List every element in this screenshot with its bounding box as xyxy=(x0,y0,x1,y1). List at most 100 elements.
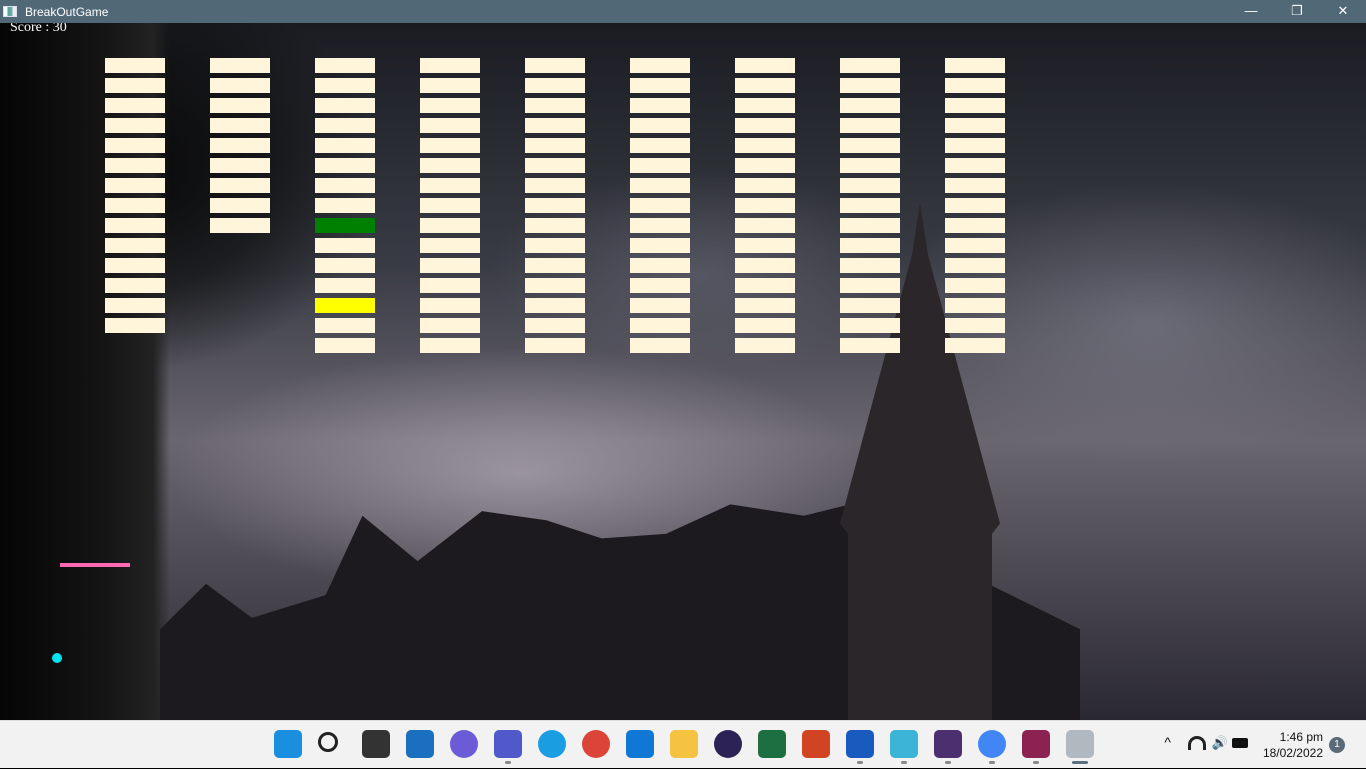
brick-c1-r8 xyxy=(105,198,165,213)
brick-c1-r10 xyxy=(105,238,165,253)
running-indicator xyxy=(945,761,951,764)
close-button[interactable]: ✕ xyxy=(1320,0,1366,23)
brick-c8-r6 xyxy=(840,158,900,173)
brick-c3-r2 xyxy=(315,78,375,93)
brick-c4-r2 xyxy=(420,78,480,93)
wifi-icon[interactable] xyxy=(1188,736,1206,750)
taskbar-edge-icon[interactable] xyxy=(538,730,566,758)
brick-c7-r7 xyxy=(735,178,795,193)
taskbar-search-icon[interactable] xyxy=(318,732,338,752)
brick-c5-r3 xyxy=(525,98,585,113)
brick-c5-r2 xyxy=(525,78,585,93)
brick-c2-r6 xyxy=(210,158,270,173)
brick-c2-r2 xyxy=(210,78,270,93)
brick-c1-r12 xyxy=(105,278,165,293)
brick-c6-r4 xyxy=(630,118,690,133)
taskbar-chrome-icon[interactable] xyxy=(582,730,610,758)
brick-c8-r3 xyxy=(840,98,900,113)
volume-icon[interactable]: 🔊 xyxy=(1212,735,1228,751)
brick-c4-r11 xyxy=(420,258,480,273)
brick-c4-r14 xyxy=(420,318,480,333)
minimize-button[interactable]: — xyxy=(1228,0,1274,23)
brick-c3-r14 xyxy=(315,318,375,333)
brick-c1-r13 xyxy=(105,298,165,313)
brick-c6-r6 xyxy=(630,158,690,173)
brick-c6-r9 xyxy=(630,218,690,233)
score-label: Score : 30 xyxy=(10,23,67,35)
brick-c8-r15 xyxy=(840,338,900,353)
taskbar-file-explorer-icon[interactable] xyxy=(670,730,698,758)
brick-c3-r8 xyxy=(315,198,375,213)
brick-c8-r4 xyxy=(840,118,900,133)
battery-icon[interactable] xyxy=(1232,738,1248,748)
taskbar-chrome-profile-icon[interactable] xyxy=(978,730,1006,758)
taskbar-start-icon[interactable] xyxy=(274,730,302,758)
taskbar-java-ee-ide-icon[interactable] xyxy=(934,730,962,758)
brick-c5-r15 xyxy=(525,338,585,353)
brick-c9-r3 xyxy=(945,98,1005,113)
brick-c4-r12 xyxy=(420,278,480,293)
running-indicator xyxy=(1033,761,1039,764)
brick-c8-r11 xyxy=(840,258,900,273)
brick-c8-r2 xyxy=(840,78,900,93)
taskbar-eclipse-icon[interactable] xyxy=(714,730,742,758)
brick-c7-r5 xyxy=(735,138,795,153)
taskbar-excel-icon[interactable] xyxy=(758,730,786,758)
paddle[interactable] xyxy=(60,563,130,567)
brick-c1-r1 xyxy=(105,58,165,73)
brick-c8-r13 xyxy=(840,298,900,313)
taskbar-task-view-icon[interactable] xyxy=(362,730,390,758)
brick-c6-r5 xyxy=(630,138,690,153)
brick-c6-r11 xyxy=(630,258,690,273)
ball xyxy=(52,653,62,663)
brick-c8-r5 xyxy=(840,138,900,153)
brick-c3-r7 xyxy=(315,178,375,193)
taskbar-widgets-icon[interactable] xyxy=(406,730,434,758)
brick-c1-r5 xyxy=(105,138,165,153)
brick-c6-r7 xyxy=(630,178,690,193)
clock-date[interactable]: 18/02/2022 xyxy=(1253,746,1323,760)
brick-c4-r5 xyxy=(420,138,480,153)
taskbar-powerpoint-icon[interactable] xyxy=(802,730,830,758)
brick-c1-r4 xyxy=(105,118,165,133)
game-canvas[interactable]: Score : 30 xyxy=(0,23,1366,720)
taskbar-teams-chat-icon[interactable] xyxy=(450,730,478,758)
brick-c2-r1 xyxy=(210,58,270,73)
taskbar-winrar-icon[interactable] xyxy=(1022,730,1050,758)
brick-c9-r15 xyxy=(945,338,1005,353)
brick-c4-r15 xyxy=(420,338,480,353)
brick-c7-r6 xyxy=(735,158,795,173)
brick-c3-r1 xyxy=(315,58,375,73)
clock-time[interactable]: 1:46 pm xyxy=(1261,730,1323,744)
brick-c7-r10 xyxy=(735,238,795,253)
tray-overflow-chevron-icon[interactable]: ^ xyxy=(1164,734,1171,750)
brick-c3-r9 xyxy=(315,218,375,233)
notification-badge[interactable]: 1 xyxy=(1329,737,1345,753)
brick-c4-r13 xyxy=(420,298,480,313)
taskbar-word-icon[interactable] xyxy=(846,730,874,758)
brick-c6-r2 xyxy=(630,78,690,93)
brick-c8-r9 xyxy=(840,218,900,233)
brick-c1-r3 xyxy=(105,98,165,113)
maximize-button[interactable]: ❐ xyxy=(1274,0,1320,23)
brick-c9-r13 xyxy=(945,298,1005,313)
brick-c5-r13 xyxy=(525,298,585,313)
brick-c7-r8 xyxy=(735,198,795,213)
brick-c4-r1 xyxy=(420,58,480,73)
running-indicator xyxy=(989,761,995,764)
brick-c7-r13 xyxy=(735,298,795,313)
brick-c5-r12 xyxy=(525,278,585,293)
brick-c7-r11 xyxy=(735,258,795,273)
brick-c9-r1 xyxy=(945,58,1005,73)
brick-c6-r15 xyxy=(630,338,690,353)
brick-c3-r11 xyxy=(315,258,375,273)
brick-c7-r4 xyxy=(735,118,795,133)
brick-c4-r3 xyxy=(420,98,480,113)
brick-c1-r2 xyxy=(105,78,165,93)
brick-c1-r14 xyxy=(105,318,165,333)
taskbar-teams-icon[interactable] xyxy=(494,730,522,758)
brick-c4-r6 xyxy=(420,158,480,173)
taskbar-mail-icon[interactable] xyxy=(626,730,654,758)
taskbar-notepad-icon[interactable] xyxy=(890,730,918,758)
taskbar-java-app-icon[interactable] xyxy=(1066,730,1094,758)
